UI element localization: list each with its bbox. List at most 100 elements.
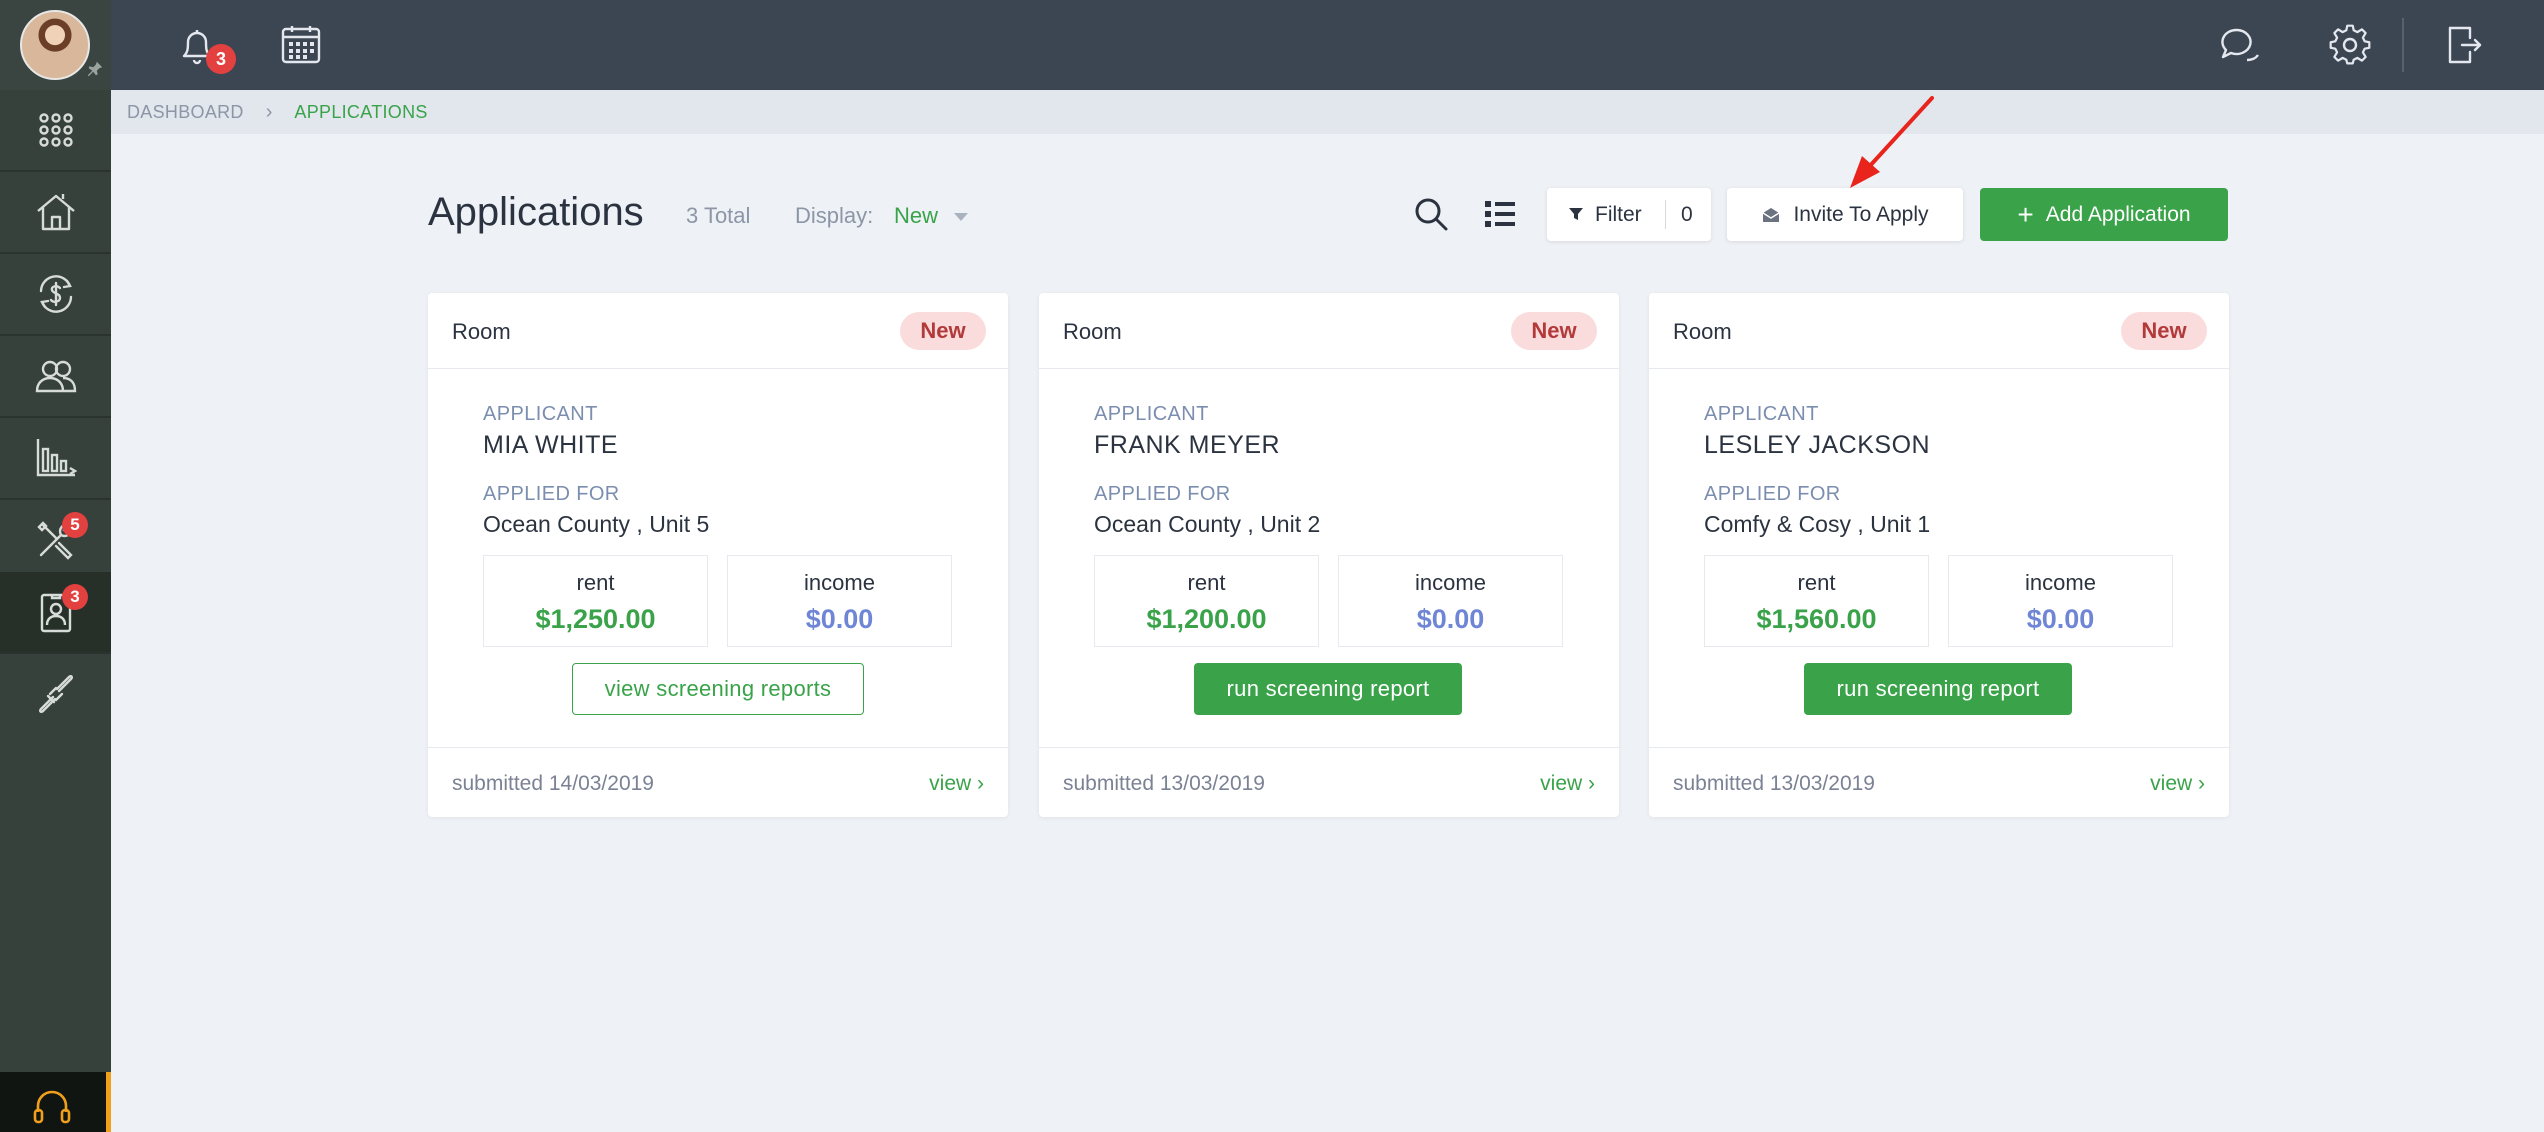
gear-icon xyxy=(2329,24,2371,65)
sidebar-item-tenants[interactable] xyxy=(0,336,111,416)
profile-area[interactable] xyxy=(0,0,111,90)
sidebar-item-maintenance[interactable]: 5 xyxy=(0,500,111,580)
unit-type: Room xyxy=(1063,319,1122,344)
card-footer: submitted 13/03/2019 view › xyxy=(1649,747,2229,817)
unit-type: Room xyxy=(452,319,511,344)
caret-down-icon[interactable] xyxy=(954,213,968,221)
rent-box: rent $1,250.00 xyxy=(483,555,708,647)
applicant-label: APPLICANT xyxy=(1094,403,1209,425)
annotation-arrow-icon xyxy=(1850,96,1934,188)
unit-type: Room xyxy=(1673,319,1732,344)
invite-label: Invite To Apply xyxy=(1793,202,1929,226)
income-value: $0.00 xyxy=(1416,604,1485,634)
breadcrumb: DASHBOARD › APPLICATIONS xyxy=(111,90,2544,134)
card-header: Room New xyxy=(1039,293,1619,369)
sidebar-item-reports[interactable] xyxy=(0,418,111,498)
support-button[interactable] xyxy=(0,1072,111,1132)
search-icon[interactable] xyxy=(1411,194,1451,234)
status-badge: New xyxy=(2121,312,2207,350)
rent-value: $1,560.00 xyxy=(1756,604,1877,634)
total-count: 3 Total xyxy=(686,203,751,228)
income-value: $0.00 xyxy=(2026,604,2095,634)
chevron-right-icon: › xyxy=(265,100,273,123)
breadcrumb-applications: APPLICATIONS xyxy=(294,101,428,122)
applied-for-label: APPLIED FOR xyxy=(1094,483,1231,505)
filter-button[interactable]: Filter 0 xyxy=(1547,188,1711,241)
sidebar-item-integrations[interactable] xyxy=(0,654,111,734)
filter-icon xyxy=(1569,208,1583,220)
run-screening-report-button[interactable]: run screening report xyxy=(1804,663,2072,715)
add-application-button[interactable]: + Add Application xyxy=(1980,188,2228,241)
plus-icon: + xyxy=(2017,198,2034,230)
applicant-label: APPLICANT xyxy=(483,403,598,425)
reports-icon xyxy=(36,439,77,477)
submitted-date: submitted 13/03/2019 xyxy=(1673,772,1875,795)
envelope-open-icon xyxy=(1763,207,1780,222)
run-screening-report-button[interactable]: run screening report xyxy=(1194,663,1462,715)
calendar-button[interactable] xyxy=(273,17,329,73)
maintenance-badge: 5 xyxy=(62,512,88,538)
calendar-icon xyxy=(281,26,321,64)
add-label: Add Application xyxy=(2045,202,2191,226)
rent-box: rent $1,560.00 xyxy=(1704,555,1929,647)
income-box: income $0.00 xyxy=(1338,555,1563,647)
rent-label: rent xyxy=(576,570,615,595)
pin-icon[interactable] xyxy=(86,60,104,78)
applied-for-label: APPLIED FOR xyxy=(483,483,620,505)
sidebar: 5 3 xyxy=(0,0,111,1132)
avatar[interactable] xyxy=(20,10,90,80)
page-title: Applications xyxy=(428,190,644,234)
status-badge: New xyxy=(1511,312,1597,350)
applicant-name: MIA WHITE xyxy=(483,431,619,459)
applicant-name: LESLEY JACKSON xyxy=(1704,431,1931,459)
list-view-icon[interactable] xyxy=(1480,194,1520,234)
view-link[interactable]: view › xyxy=(929,772,984,796)
tenants-icon xyxy=(35,360,76,393)
view-link[interactable]: view › xyxy=(2150,772,2205,796)
notifications-badge: 3 xyxy=(206,44,236,74)
rent-value: $1,200.00 xyxy=(1146,604,1267,634)
topbar: 3 xyxy=(111,0,2544,90)
display-label: Display: xyxy=(795,203,874,228)
sidebar-item-properties[interactable] xyxy=(0,172,111,252)
applied-for-label: APPLIED FOR xyxy=(1704,483,1841,505)
logout-icon xyxy=(2448,26,2482,64)
topbar-divider xyxy=(2402,18,2404,72)
income-value: $0.00 xyxy=(805,604,874,634)
applied-for-value: Ocean County , Unit 5 xyxy=(483,511,710,537)
integrations-icon xyxy=(38,674,73,714)
display-select[interactable]: New xyxy=(894,203,938,229)
sidebar-item-payments[interactable] xyxy=(0,254,111,334)
income-label: income xyxy=(2025,570,2096,595)
filter-divider xyxy=(1665,200,1666,229)
income-label: income xyxy=(804,570,875,595)
card-header: Room New xyxy=(1649,293,2229,369)
rent-label: rent xyxy=(1187,570,1226,595)
sidebar-item-apps[interactable] xyxy=(0,90,111,170)
application-card: Room New APPLICANT MIA WHITE APPLIED FOR… xyxy=(428,293,1008,817)
rent-value: $1,250.00 xyxy=(535,604,656,634)
submitted-date: submitted 14/03/2019 xyxy=(452,772,654,795)
apps-grid-icon xyxy=(38,113,73,147)
income-box: income $0.00 xyxy=(727,555,952,647)
card-footer: submitted 14/03/2019 view › xyxy=(428,747,1008,817)
submitted-date: submitted 13/03/2019 xyxy=(1063,772,1265,795)
invite-to-apply-button[interactable]: Invite To Apply xyxy=(1727,188,1963,241)
chat-button[interactable] xyxy=(2212,17,2268,73)
view-link[interactable]: view › xyxy=(1540,772,1595,796)
applied-for-value: Ocean County , Unit 2 xyxy=(1094,511,1321,537)
income-label: income xyxy=(1415,570,1486,595)
property-icon xyxy=(36,194,75,231)
view-screening-reports-button[interactable]: view screening reports xyxy=(572,663,864,715)
sidebar-item-applications[interactable]: 3 xyxy=(0,572,111,652)
breadcrumb-dashboard[interactable]: DASHBOARD xyxy=(127,102,244,123)
applicant-label: APPLICANT xyxy=(1704,403,1819,425)
rent-box: rent $1,200.00 xyxy=(1094,555,1319,647)
settings-button[interactable] xyxy=(2322,17,2378,73)
rent-label: rent xyxy=(1797,570,1836,595)
logout-button[interactable] xyxy=(2433,17,2489,73)
headset-icon xyxy=(33,1090,71,1124)
filter-label: Filter xyxy=(1595,203,1642,226)
applied-for-value: Comfy & Cosy , Unit 1 xyxy=(1704,511,1931,537)
applications-badge: 3 xyxy=(62,584,88,610)
